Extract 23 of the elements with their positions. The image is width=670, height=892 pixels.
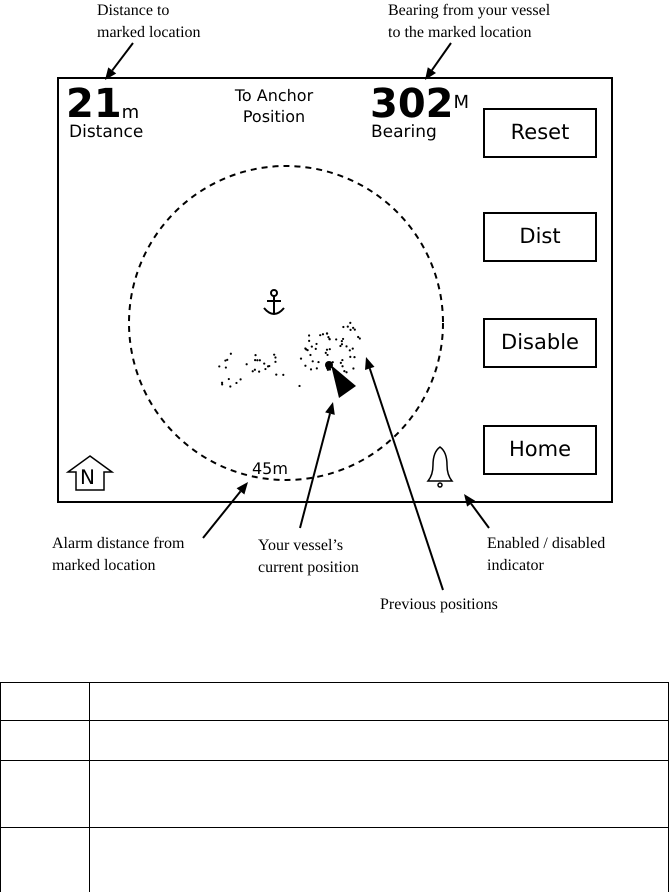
bell-icon	[427, 446, 453, 488]
distance-value: 21	[66, 84, 122, 124]
screen-button[interactable]: Dist	[483, 212, 597, 262]
north-arrow-icon	[66, 455, 114, 491]
leader-arrow	[464, 494, 490, 529]
leader-arrow	[105, 42, 134, 80]
bearing-value: 302	[370, 84, 454, 124]
distance-unit: m	[122, 102, 140, 124]
north-label: N	[80, 466, 95, 488]
vessel-icon	[325, 361, 356, 398]
screen-button[interactable]: Home	[483, 425, 597, 475]
annotation-text: Bearing from your vessel to the marked location	[388, 1, 550, 43]
screen-button[interactable]: Reset	[483, 108, 597, 158]
bearing-unit: M	[454, 92, 470, 114]
leader-arrow	[202, 482, 248, 539]
leader-arrow	[425, 42, 452, 80]
screen-button[interactable]: Disable	[483, 318, 597, 368]
distance-label: Distance	[69, 122, 144, 142]
alarm-radius-label: 45m	[252, 460, 288, 478]
bearing-label: Bearing	[371, 122, 437, 142]
anchor-icon	[263, 289, 285, 315]
screen-title: To Anchor Position	[234, 85, 314, 127]
annotation-text: Distance to marked location	[97, 1, 201, 43]
